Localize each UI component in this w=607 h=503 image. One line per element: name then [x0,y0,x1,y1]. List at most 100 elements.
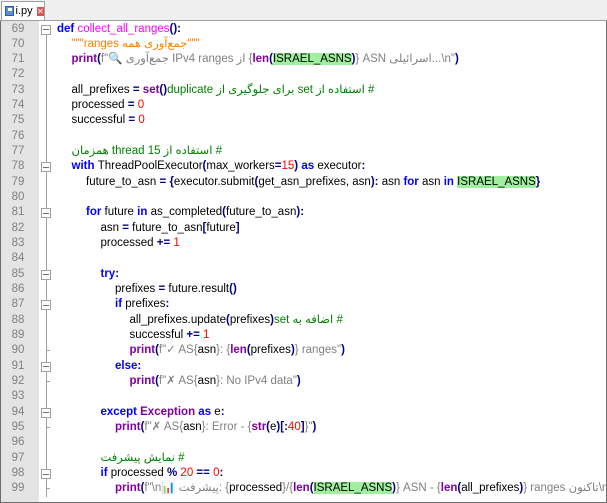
code-line[interactable]: 94 except Exception as e: [1,404,606,421]
code-token: : [219,467,224,480]
close-icon[interactable]: ✕ [36,6,44,16]
code-token: }: No IPv4 data" [216,375,297,388]
fold-line [41,36,51,53]
line-number: 81 [11,206,25,219]
code-line[interactable]: 88 all_prefixes.update(prefixes) # اضافه … [1,312,606,329]
fold-collapse-icon[interactable] [41,358,51,375]
fold-collapse-icon[interactable] [41,159,51,175]
code-lines: 69 def collect_all_ranges(): 70 """جمع‌آوری… [1,22,606,497]
line-number: 89 [11,329,25,342]
line-number: 82 [11,221,25,234]
line-number: 78 [11,160,25,173]
line-number: 92 [11,375,25,388]
code-token: len [293,482,310,495]
code-line[interactable]: 85 try: [1,266,606,283]
code-line[interactable]: 81 for future in as_completed(future_to_a… [1,205,606,221]
code-line[interactable]: 69 def collect_all_ranges(): [1,22,606,37]
code-token: = [132,83,143,96]
code-token: : [361,160,366,173]
code-editor[interactable]: 69 def collect_all_ranges(): 70 """جمع‌آوری… [0,21,607,503]
code-text: for future in as_completed(future_to_asn… [86,205,304,220]
code-token: f"🔍 جمع‌آوری IPv4 ranges از { [100,53,253,66]
fold-collapse-icon[interactable] [41,404,51,421]
code-token: for [403,175,422,188]
code-line[interactable]: 83 processed += 1 [1,236,606,252]
code-token: all_prefixes [71,83,133,96]
code-text: print(f"✓ AS{asn}: {len(prefixes)} range… [130,343,345,358]
code-line[interactable]: 98 if processed % 20 == 0: [1,466,606,482]
code-line[interactable]: 71 print(f"🔍 جمع‌آوری IPv4 ranges از {len… [1,52,606,68]
code-line[interactable]: 95 print(f"✗ AS{asn}: Error - {str(e)[:40… [1,420,606,436]
code-line[interactable]: 72 [1,67,606,83]
line-number: 95 [11,421,25,434]
line-number: 71 [11,53,25,66]
code-line[interactable]: 82 asn = future_to_asn[future] [1,220,606,237]
code-text: all_prefixes = set() # استفاده از set بر… [72,83,381,98]
fold-collapse-icon[interactable] [41,466,51,482]
highlighted-token: ISRAEL_ASNS [313,482,393,495]
tab-file[interactable]: i.py ✕ [1,1,45,20]
code-line[interactable]: 99 print(f"\n📊 پیشرفت: {processed}/{len(I… [1,481,606,497]
code-token: asn [197,375,217,388]
fold-collapse-icon[interactable] [41,266,51,283]
line-number: 77 [11,145,25,158]
code-token: future_to_asn [226,206,297,219]
code-line[interactable]: 96 [1,435,606,451]
code-line[interactable]: 97 # نمایش پیشرفت [1,450,606,467]
code-line[interactable]: 86 prefixes = future.result() [1,282,606,298]
code-token: () [229,283,237,296]
code-line[interactable]: 87 if prefixes: [1,297,606,313]
save-icon [5,6,14,16]
code-token: asn [381,175,404,188]
code-line[interactable]: 79 future_to_asn = {executor.submit(get_a… [1,174,606,191]
fold-collapse-icon[interactable] [41,22,51,37]
fold-line [41,174,51,191]
code-token: processed [100,237,157,250]
line-number: 97 [11,451,25,464]
code-token: # استفاده از 15 thread همزمان [71,145,222,158]
code-token: prefixes [115,283,159,296]
code-token: print [115,482,141,495]
code-token: as [301,160,318,173]
code-line[interactable]: 89 successful += 1 [1,328,606,344]
fold-line [41,282,51,298]
code-text: processed += 1 [101,236,180,251]
code-line[interactable]: 84 [1,251,606,267]
code-line[interactable]: 90 print(f"✓ AS{asn}: {len(prefixes)} ran… [1,343,606,359]
code-token: processed [229,482,283,495]
code-text: # استفاده از 15 thread همزمان [72,144,222,159]
code-token: asn [100,221,123,234]
code-token: = { [159,175,174,188]
code-text: try: [101,267,120,282]
code-token: successful [71,114,129,127]
code-token: try [100,267,116,280]
code-line[interactable]: 93 [1,389,606,405]
code-token: str [251,421,267,434]
code-token: future [104,206,138,219]
code-token: prefixes [229,313,271,326]
code-token: if [100,467,111,480]
code-line[interactable]: 74 processed = 0 [1,98,606,114]
fold-collapse-icon[interactable] [41,297,51,313]
code-token: }/{ [282,482,294,495]
code-text: asn = future_to_asn[future] [101,221,240,236]
fold-line [41,98,51,114]
code-line[interactable]: 73 all_prefixes = set() # استفاده از set … [1,82,606,99]
code-token: all_prefixes.update [129,313,227,326]
code-line[interactable]: 76 [1,128,606,145]
code-text: future_to_asn = {executor.submit(get_asn… [86,175,540,190]
code-line[interactable]: 91 else: [1,358,606,375]
code-line[interactable]: 78 with ThreadPoolExecutor(max_workers=15… [1,159,606,175]
code-line[interactable]: 80 [1,190,606,206]
fold-line [41,343,51,359]
code-line[interactable]: 77 # استفاده از 15 thread همزمان [1,144,606,160]
fold-collapse-icon[interactable] [41,205,51,221]
code-line[interactable]: 92 print(f"✗ AS{asn}: No IPv4 data") [1,374,606,390]
code-token: : [165,298,170,311]
code-line[interactable]: 70 """جمع‌آوری همه ranges""" [1,36,606,53]
code-token: () [159,83,168,96]
code-line[interactable]: 75 successful = 0 [1,113,606,129]
code-token: asn [421,175,444,188]
code-token: # استفاده از set برای جلوگیری از duplica… [167,83,381,96]
code-token: prefixes [250,344,291,357]
